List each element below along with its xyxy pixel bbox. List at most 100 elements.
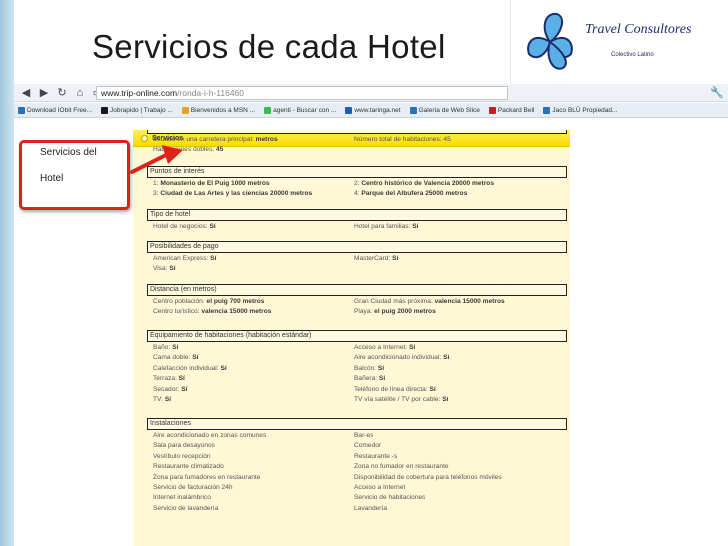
callout-line-2: Hotel — [40, 173, 64, 184]
cell-key: Disponibilidad de cobertura para teléfon… — [354, 473, 502, 481]
table-cell: Restaurante climatizado — [153, 462, 354, 472]
table-cell: TV: Sí — [153, 395, 354, 405]
cell-value: Sí — [412, 223, 419, 230]
cell-value: Sí — [378, 375, 386, 383]
table-cell: Centro población: el puig 700 metros — [153, 297, 354, 307]
table-cell: MasterCard: Sí — [354, 254, 398, 264]
table-row: Baño: Sí Acceso a Internet: Sí — [153, 343, 567, 353]
cell-key: Servicio de facturación 24h — [153, 483, 233, 491]
slide-title: Servicios de cada Hotel — [92, 28, 446, 65]
cell-key: Balcón: — [354, 364, 378, 372]
table-cell: 3: Ciudad de Las Artes y las ciencias 20… — [153, 189, 354, 199]
table-cell: Restaurante -s — [354, 452, 397, 462]
cell-key: TV: — [153, 395, 165, 403]
cell-key: Servicio de habitaciones — [354, 494, 426, 502]
bookmark-item[interactable]: Galería de Web Slice — [409, 106, 480, 114]
cell-value: Sí — [377, 364, 385, 372]
cell-key: Zona para fumadores en restaurante — [153, 473, 261, 481]
cell-value: metros — [255, 136, 278, 143]
bookmark-item[interactable]: Bienvenidos a MSN ... — [181, 106, 255, 114]
travel-consultores-logo: Travel Consultores Colectivo Latino — [510, 0, 728, 86]
section: Tipo de hotel Hotel de negocios: Sí Hotel … — [147, 209, 567, 232]
cell-key: Hotel para familias: — [354, 223, 413, 230]
table-cell: 1: Monasterio de El Puig 1000 metros — [153, 179, 354, 189]
table-row: 1: Monasterio de El Puig 1000 metros 2: C… — [153, 179, 567, 189]
bookmark-item[interactable]: Jobrapido | Trabajo ... — [101, 106, 173, 114]
cell-key: Acceso a Internet — [354, 483, 406, 491]
cell-value: Sí — [169, 265, 176, 273]
cell-value: 45 — [216, 146, 224, 154]
bookmark-item[interactable]: Packard Bell — [488, 106, 534, 114]
home-icon[interactable]: ⌂ — [74, 87, 86, 99]
section-rows: 1: Monasterio de El Puig 1000 metros 2: C… — [147, 178, 567, 200]
table-cell: Aire acondicionado en zonas comunes — [153, 431, 354, 441]
cell-key: Habitaciones dobles: — [153, 146, 217, 154]
bookmark-item[interactable]: agenti - Buscar con ... — [264, 106, 336, 114]
table-row: Hotel de negocios: Sí Hotel para familias… — [153, 222, 567, 232]
cell-value: valencia 15000 metros — [434, 298, 505, 305]
section-rows: Aire acondicionado en zonas comunes Bar-e… — [147, 430, 567, 514]
table-cell: Visa: Sí — [153, 264, 354, 274]
cell-value: Sí — [181, 385, 188, 393]
table-row: Centro turístico: valencia 15000 metros P… — [153, 307, 567, 317]
table-cell: 2: Centro histórico de Valencia 20000 me… — [354, 179, 494, 189]
section-title: Equipamiento de habitaciones (habitación… — [147, 330, 567, 342]
table-cell: Centro turístico: valencia 15000 metros — [153, 307, 354, 317]
table-cell: Acceso a Internet: Sí — [354, 343, 415, 353]
bookmark-item[interactable]: Download IObit Free... — [18, 106, 92, 114]
cell-value: valencia 15000 metros — [201, 308, 272, 316]
section-title: Puntos de interés — [147, 166, 567, 178]
cell-key: Restaurante climatizado — [153, 463, 224, 471]
cell-value: Sí — [210, 255, 217, 262]
cell-value: Sí — [164, 395, 172, 403]
table-row: Servicio de facturación 24h Acceso a Inte… — [153, 483, 567, 493]
cell-value: Sí — [178, 375, 185, 383]
slide-accent-bar — [0, 0, 14, 546]
table-cell: Servicio de lavandería — [153, 504, 354, 514]
bookmark-item[interactable]: www.taringa.net — [345, 106, 401, 114]
cell-key: Bañera: — [354, 375, 379, 383]
cell-key: Aire acondicionado en zonas comunes — [153, 432, 267, 439]
browser-toolbar: ◀ ▶ ↻ ⌂ ▭ www.trip-online.com/ronda-i-h-… — [14, 84, 728, 102]
table-row: Terraza: Sí Bañera: Sí — [153, 374, 567, 384]
cell-key: Comedor — [354, 442, 382, 450]
hotel-services-panel: Servicios UbicaciónSituado en una carret… — [133, 130, 570, 546]
table-cell: Disponibilidad de cobertura para teléfon… — [354, 473, 502, 483]
section-rows: American Express: Sí MasterCard: Sí Visa: … — [147, 253, 567, 275]
section: UbicaciónSituado en una carretera princi… — [147, 130, 567, 156]
table-row: Visa: Sí — [153, 264, 567, 274]
table-cell: Zona para fumadores en restaurante — [153, 473, 354, 483]
packard-icon — [488, 106, 496, 114]
table-cell: Terraza: Sí — [153, 374, 354, 384]
table-cell: Servicio de facturación 24h — [153, 483, 354, 493]
cell-key: Playa: — [354, 308, 375, 316]
back-icon[interactable]: ◀ — [20, 87, 32, 99]
table-cell: Acceso a Internet — [354, 483, 405, 493]
table-cell: Balcón: Sí — [354, 364, 384, 374]
wrench-icon[interactable]: 🔧 — [710, 86, 724, 99]
section-title: Posibilidades de pago — [147, 241, 567, 253]
cell-value: Sí — [209, 223, 216, 230]
cell-value: Sí — [220, 364, 227, 372]
forward-icon[interactable]: ▶ — [38, 87, 50, 99]
cell-key: American Express: — [153, 255, 211, 262]
table-cell: Gran Ciudad más próxima: valencia 15000 … — [354, 297, 505, 307]
slice-icon — [409, 106, 417, 114]
table-cell: Zona no fumador en restaurante — [354, 462, 449, 472]
table-cell: Sala para desayunos — [153, 441, 354, 451]
cell-key: Hotel de negocios: — [153, 223, 210, 230]
logo-subtitle: Colectivo Latino — [611, 52, 654, 58]
cell-value: Parque del Albufera 25000 metros — [361, 190, 468, 198]
bookmark-item[interactable]: Jaco BLÜ Propiedad... — [543, 106, 617, 114]
cell-key: Situado en una carretera principal: — [153, 136, 256, 143]
logo-mark-icon — [527, 12, 573, 70]
table-cell: Situado en una carretera principal: metr… — [153, 135, 354, 145]
table-row: Centro población: el puig 700 metros Gran… — [153, 297, 567, 307]
table-row: Vestíbulo recepción Restaurante -s — [153, 452, 567, 462]
cell-key: Calefacción individual: — [153, 364, 221, 372]
address-bar[interactable]: www.trip-online.com/ronda-i-h-116460 — [96, 86, 508, 100]
table-row: Zona para fumadores en restaurante Dispon… — [153, 473, 567, 483]
table-cell: Aire acondicionado individual: Sí — [354, 353, 449, 363]
google-icon — [264, 106, 272, 114]
reload-icon[interactable]: ↻ — [56, 87, 68, 99]
